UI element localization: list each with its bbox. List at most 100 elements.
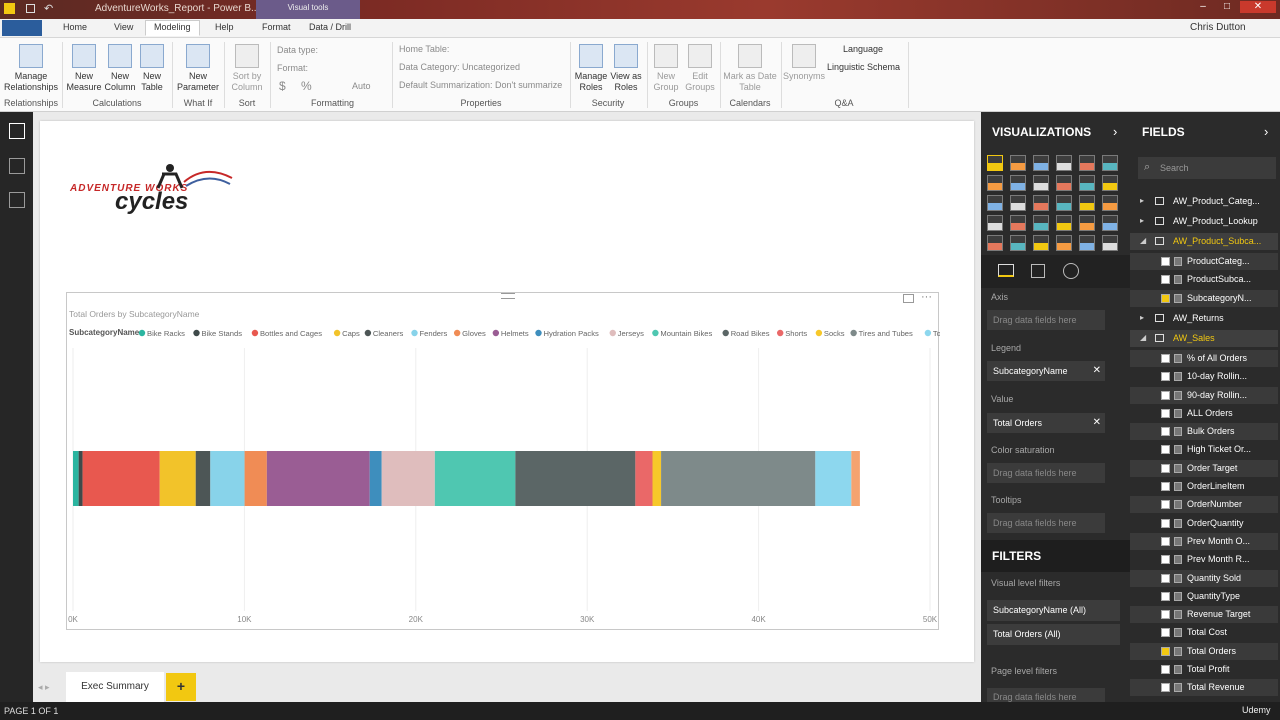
field-checkbox[interactable] <box>1161 482 1170 491</box>
legend-item[interactable]: Road Bikes <box>731 329 770 338</box>
field-item[interactable]: Total Cost <box>1130 624 1278 641</box>
language-dropdown[interactable]: Language <box>843 44 883 54</box>
field-item[interactable]: Revenue Target <box>1130 606 1278 624</box>
field-item[interactable]: OrderQuantity <box>1130 515 1278 532</box>
visual-type-icon[interactable] <box>1056 175 1072 191</box>
field-checkbox[interactable] <box>1161 555 1170 565</box>
report-view-icon[interactable] <box>9 123 25 139</box>
new-group-button[interactable]: New Group <box>650 44 682 93</box>
axis-drop-zone[interactable]: Drag data fields here <box>987 310 1105 330</box>
visual-type-icon[interactable] <box>1056 235 1072 251</box>
field-item[interactable]: OrderLineItem <box>1130 478 1278 495</box>
bar-segment[interactable] <box>159 451 196 506</box>
bar-segment[interactable] <box>661 451 816 506</box>
bar-segment[interactable] <box>244 451 267 506</box>
field-item[interactable]: Total Profit <box>1130 661 1278 678</box>
new-table-button[interactable]: New Table <box>137 44 167 93</box>
field-checkbox[interactable] <box>1161 610 1170 620</box>
visual-type-icon[interactable] <box>1033 155 1049 171</box>
field-table[interactable]: ▸ AW_Returns <box>1130 310 1278 327</box>
tab-view[interactable]: View <box>114 22 133 32</box>
add-page-button[interactable]: + <box>166 673 196 701</box>
field-item[interactable]: Prev Month R... <box>1130 551 1278 568</box>
field-item[interactable]: Bulk Orders <box>1130 423 1278 441</box>
field-checkbox[interactable] <box>1161 372 1170 382</box>
visual-type-icon[interactable] <box>987 195 1003 211</box>
field-checkbox[interactable] <box>1161 573 1170 583</box>
bar-segment[interactable] <box>369 451 382 506</box>
undo-icon[interactable]: ↶ <box>44 2 53 15</box>
visual-type-icon[interactable] <box>987 235 1003 251</box>
field-checkbox[interactable] <box>1161 353 1170 363</box>
tab-modeling[interactable]: Modeling <box>145 20 200 36</box>
field-item[interactable]: OrderNumber <box>1130 496 1278 514</box>
visual-type-icon[interactable] <box>1010 215 1026 231</box>
bar-segment[interactable] <box>381 451 435 506</box>
legend-item[interactable]: Jerseys <box>618 329 644 338</box>
expand-right-icon[interactable]: ▸ <box>1140 216 1144 225</box>
manage-roles-button[interactable]: Manage Roles <box>573 44 609 93</box>
visual-type-icon[interactable] <box>1102 215 1118 231</box>
field-item[interactable]: SubcategoryN... <box>1130 289 1278 307</box>
field-table[interactable]: ◢ AW_Product_Subca... <box>1130 233 1278 250</box>
visual-type-icon[interactable] <box>1010 235 1026 251</box>
decimal-places-input[interactable]: Auto <box>352 81 371 91</box>
expand-down-icon[interactable]: ◢ <box>1140 236 1146 245</box>
relationships-view-icon[interactable] <box>9 192 25 208</box>
field-checkbox[interactable] <box>1161 500 1170 510</box>
legend-item[interactable]: Caps <box>342 329 360 338</box>
save-icon[interactable] <box>26 4 35 13</box>
field-checkbox[interactable] <box>1161 257 1170 266</box>
field-item[interactable]: QuantityType <box>1130 588 1278 605</box>
legend-item[interactable]: Touring Bikes <box>933 329 940 338</box>
field-item[interactable]: 90-day Rollin... <box>1130 386 1278 404</box>
legend-item[interactable]: Fenders <box>420 329 448 338</box>
filter-total-orders[interactable]: Total Orders (All) <box>987 624 1120 645</box>
field-table[interactable]: ▸ AW_Product_Lookup <box>1130 213 1278 230</box>
visual-type-icon[interactable] <box>987 155 1003 171</box>
default-summarization-dropdown[interactable]: Default Summarization: Don't summarize <box>399 80 562 90</box>
field-checkbox[interactable] <box>1161 518 1170 528</box>
data-view-icon[interactable] <box>9 158 25 174</box>
bar-segment[interactable] <box>266 451 370 506</box>
legend-item[interactable]: Shorts <box>785 329 807 338</box>
legend-item[interactable]: Helmets <box>501 329 529 338</box>
prev-page-icon[interactable]: ◂ ▸ <box>38 682 50 693</box>
edit-groups-button[interactable]: Edit Groups <box>683 44 717 93</box>
visual-type-icon[interactable] <box>1079 215 1095 231</box>
bar-segment[interactable] <box>851 451 860 506</box>
legend-item[interactable]: Bottles and Cages <box>260 329 322 338</box>
field-table[interactable]: ◢ AW_Sales <box>1130 329 1278 347</box>
visual-type-icon[interactable] <box>1102 155 1118 171</box>
tab-data-drill[interactable]: Data / Drill <box>309 22 351 32</box>
legend-item[interactable]: Tires and Tubes <box>859 329 913 338</box>
remove-field-icon[interactable]: ✕ <box>1093 365 1101 376</box>
expand-right-icon[interactable]: ▸ <box>1140 313 1144 322</box>
visual-type-icon[interactable] <box>1010 175 1026 191</box>
tooltips-drop-zone[interactable]: Drag data fields here <box>987 513 1105 533</box>
bar-segment[interactable] <box>515 451 636 506</box>
visual-type-icon[interactable] <box>1033 175 1049 191</box>
visual-type-icon[interactable] <box>1079 155 1095 171</box>
data-category-dropdown[interactable]: Data Category: Uncategorized <box>399 62 520 72</box>
user-name[interactable]: Chris Dutton <box>1190 22 1246 33</box>
visual-type-icon[interactable] <box>1033 195 1049 211</box>
bar-segment[interactable] <box>434 451 516 506</box>
new-column-button[interactable]: New Column <box>103 44 137 93</box>
mark-as-date-table-button[interactable]: Mark as Date Table <box>722 44 778 93</box>
tab-home[interactable]: Home <box>63 22 87 32</box>
visual-type-icon[interactable] <box>1102 235 1118 251</box>
visual-type-icon[interactable] <box>1033 215 1049 231</box>
synonyms-button[interactable]: Synonyms <box>783 44 825 82</box>
expand-down-icon[interactable]: ◢ <box>1140 333 1146 342</box>
manage-relationships-button[interactable]: Manage Relationships <box>4 44 58 93</box>
analytics-icon[interactable] <box>1063 263 1079 279</box>
tab-format[interactable]: Format <box>262 22 291 32</box>
bar-segment[interactable] <box>195 451 211 506</box>
collapse-chevron-icon[interactable]: › <box>1113 124 1117 139</box>
maximize-button[interactable]: □ <box>1216 1 1238 13</box>
fields-well-icon[interactable] <box>998 264 1014 277</box>
field-checkbox[interactable] <box>1161 275 1170 285</box>
visual-type-icon[interactable] <box>1033 235 1049 251</box>
visual-type-icon[interactable] <box>987 175 1003 191</box>
